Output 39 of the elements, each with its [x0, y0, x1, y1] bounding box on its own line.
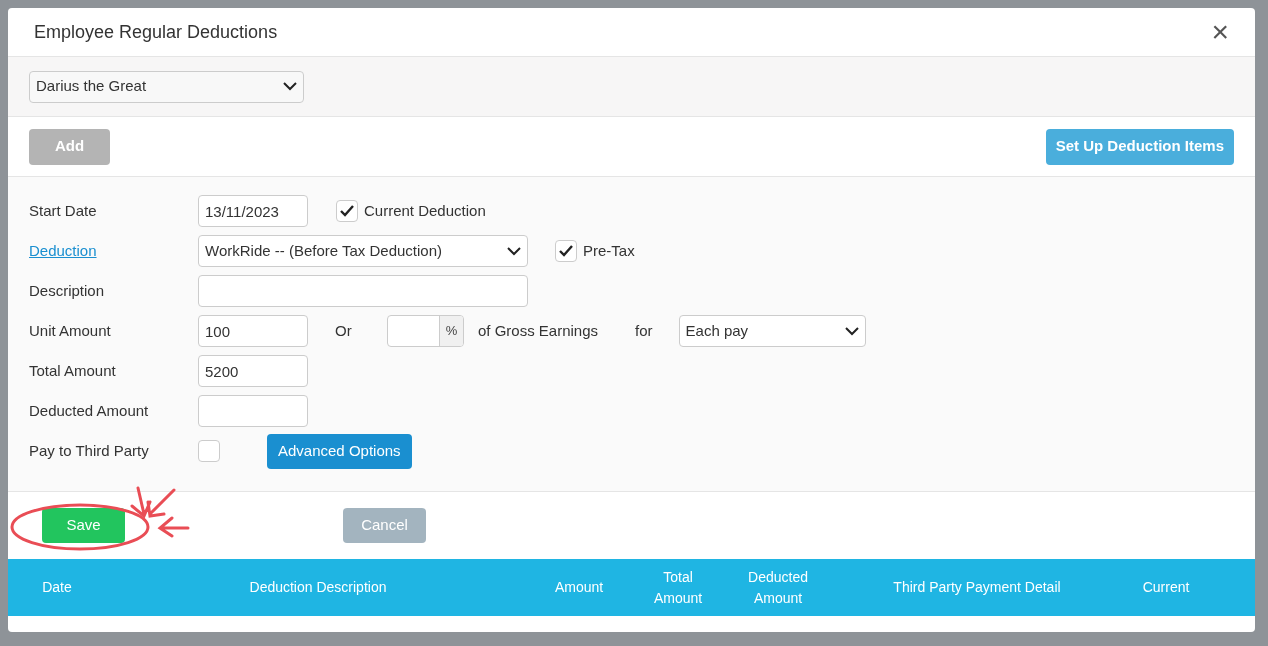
percent-field[interactable]: %	[387, 315, 464, 347]
start-date-field[interactable]: 13/11/2023	[198, 195, 308, 227]
pre-tax-checkbox[interactable]	[555, 240, 577, 262]
field-label: of Gross Earnings	[478, 322, 599, 339]
description-field[interactable]	[198, 275, 528, 307]
frequency-dropdown[interactable]: Each pay	[678, 315, 866, 347]
third-party-checkbox[interactable]	[198, 440, 220, 462]
chevron-down-icon	[507, 246, 521, 256]
column-header: Amount	[553, 578, 605, 597]
column-header: Deducted Amount	[747, 567, 809, 608]
column-header: Date	[41, 578, 73, 597]
field-label: for	[635, 322, 653, 339]
field-label: Start Date	[29, 200, 98, 221]
field-label: Deducted Amount	[29, 400, 150, 421]
checkmark-icon	[559, 245, 573, 257]
unit-amount-field[interactable]: 100	[198, 315, 308, 347]
column-header: Total Amount	[652, 567, 704, 608]
close-button[interactable]: ×	[1211, 17, 1229, 47]
total-amount-field[interactable]: 5200	[198, 355, 308, 387]
or-label: Or	[335, 320, 353, 341]
current-deduction-checkbox[interactable]	[336, 200, 358, 222]
checkbox-label: Pre-Tax	[583, 240, 635, 261]
column-header: Current	[1141, 578, 1191, 597]
column-header: Third Party Payment Detail	[892, 578, 1062, 597]
field-label: Description	[29, 280, 106, 301]
chevron-down-icon	[283, 82, 297, 91]
checkbox-label: Current Deduction	[364, 200, 486, 221]
checkmark-icon	[340, 205, 354, 217]
employee-dropdown[interactable]: Darius the Great	[29, 70, 304, 103]
deducted-amount-field[interactable]	[198, 395, 308, 427]
chevron-down-icon	[844, 326, 859, 336]
advanced-options-button[interactable]: Advanced Options	[267, 433, 412, 469]
deduction-dropdown[interactable]: WorkRide -- (Before Tax Deduction)	[198, 235, 528, 267]
dialog-title: Employee Regular Deductions	[34, 20, 278, 44]
field-label: Total Amount	[29, 360, 117, 381]
deduction-link[interactable]: Deduction	[29, 239, 198, 263]
field-label: Unit Amount	[29, 320, 112, 341]
column-header: Deduction Description	[248, 578, 388, 597]
field-label: Pay to Third Party	[29, 440, 150, 461]
